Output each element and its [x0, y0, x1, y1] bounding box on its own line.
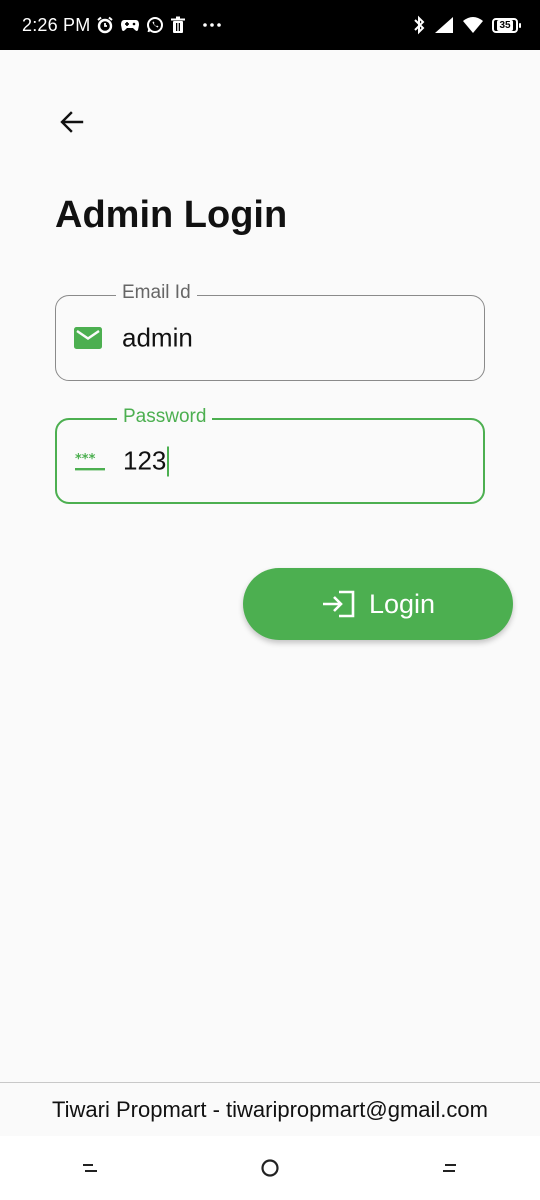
- status-bar: 2:26 PM 35: [0, 0, 540, 50]
- trash-icon: [170, 16, 186, 34]
- battery-icon: 35: [492, 17, 521, 33]
- arrow-back-icon: [60, 111, 84, 133]
- login-button-label: Login: [368, 588, 436, 619]
- password-value[interactable]: 123: [123, 445, 170, 477]
- status-right-icons: 35: [412, 15, 521, 35]
- footer: Tiwari Propmart - tiwaripropmart@gmail.c…: [0, 1082, 540, 1136]
- text-cursor: [167, 446, 170, 476]
- password-text: 123: [123, 445, 167, 476]
- footer-text: Tiwari Propmart - tiwaripropmart@gmail.c…: [52, 1096, 488, 1122]
- status-time: 2:26 PM: [22, 14, 91, 35]
- login-button[interactable]: Login: [243, 568, 513, 640]
- password-field-label: Password: [117, 406, 213, 428]
- status-left-icons: [96, 16, 222, 34]
- password-field[interactable]: Password *** 123: [55, 406, 485, 504]
- admin-login-screen: 2:26 PM 35 Admin Login Email Id admin Pa…: [0, 0, 540, 1200]
- bluetooth-icon: [412, 15, 426, 35]
- back-icon: [443, 1164, 456, 1172]
- system-nav-bar: [0, 1136, 540, 1200]
- back-button[interactable]: [50, 100, 94, 144]
- email-field-label: Email Id: [116, 282, 197, 304]
- nav-menu-button[interactable]: [60, 1143, 120, 1193]
- whatsapp-icon: [146, 16, 164, 34]
- menu-icon: [83, 1164, 97, 1172]
- page-title: Admin Login: [55, 194, 288, 236]
- svg-text:***: ***: [75, 452, 96, 467]
- home-icon: [261, 1159, 279, 1177]
- cell-signal-icon: [434, 16, 454, 34]
- nav-back-button[interactable]: [420, 1143, 480, 1193]
- password-icon: ***: [75, 450, 105, 472]
- more-dots-icon: [202, 22, 222, 28]
- login-icon: [322, 590, 355, 618]
- game-controller-icon: [120, 17, 140, 33]
- wifi-icon: [462, 16, 484, 34]
- email-value: admin: [122, 322, 193, 353]
- email-icon: [74, 327, 102, 349]
- email-field[interactable]: Email Id admin: [55, 282, 485, 381]
- alarm-icon: [96, 16, 114, 34]
- nav-home-button[interactable]: [240, 1143, 300, 1193]
- battery-level: 35: [497, 19, 513, 31]
